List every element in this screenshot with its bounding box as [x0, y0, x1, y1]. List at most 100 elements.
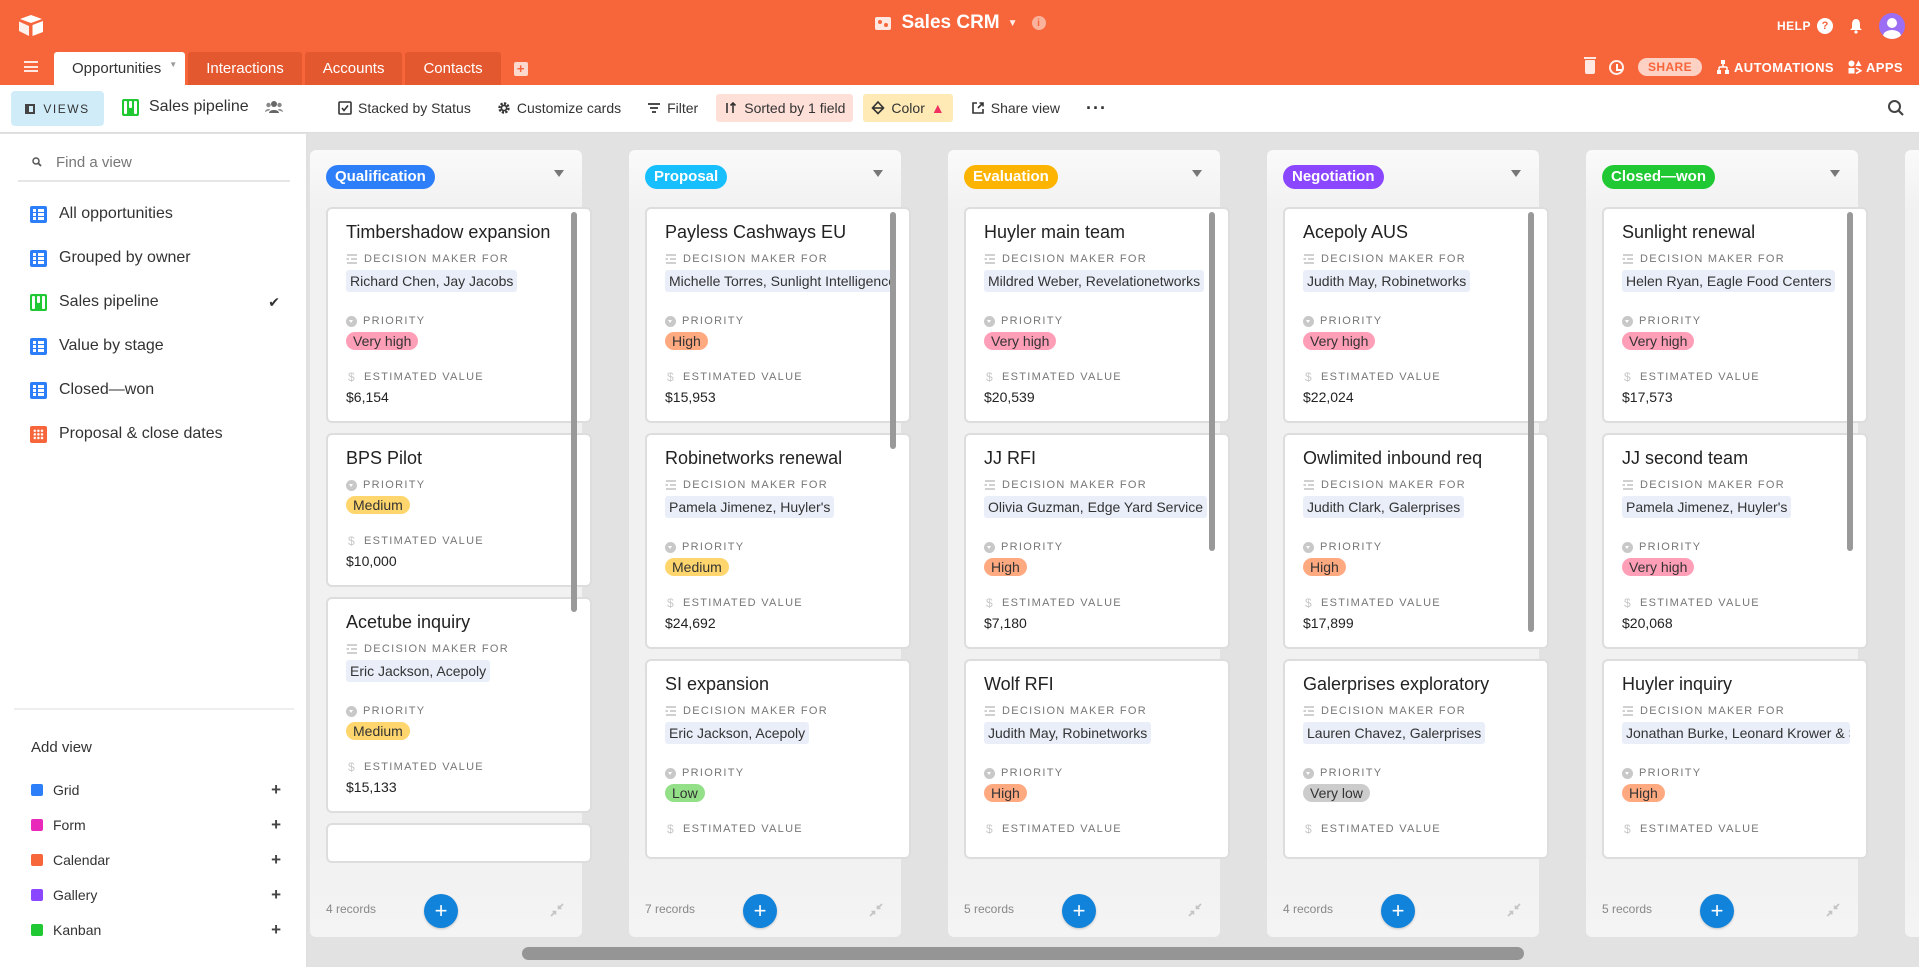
stage-label[interactable]: Evaluation	[964, 165, 1058, 189]
add-record-button[interactable]: +	[1381, 894, 1415, 928]
column-menu-chevron-icon[interactable]	[1830, 170, 1840, 177]
find-view-input[interactable]	[56, 153, 276, 171]
add-table-icon[interactable]: +	[513, 62, 528, 76]
search-icon[interactable]	[1887, 99, 1905, 117]
record-card[interactable]: Sunlight renewal DECISION MAKER FOR Helen …	[1602, 207, 1868, 423]
plus-icon[interactable]: +	[271, 780, 281, 800]
collapse-icon[interactable]	[1188, 903, 1202, 917]
collapse-icon[interactable]	[1507, 903, 1521, 917]
sidebar-item-all-opportunities[interactable]: All opportunities	[18, 192, 290, 236]
record-card[interactable]	[326, 823, 592, 863]
linked-record-chip[interactable]: Pamela Jimenez, Huyler's	[1622, 496, 1792, 518]
linked-record-chip[interactable]: Richard Chen, Jay Jacobs	[346, 270, 518, 292]
record-card[interactable]: Payless Cashways EU DECISION MAKER FOR Mic…	[645, 207, 911, 423]
trash-icon[interactable]	[1583, 57, 1596, 74]
record-card[interactable]: Owlimited inbound req DECISION MAKER FOR J…	[1283, 433, 1549, 649]
add-view-gallery[interactable]: Gallery +	[31, 877, 281, 912]
share-button[interactable]: SHARE	[1637, 58, 1702, 76]
customize-cards-button[interactable]: Customize cards	[489, 94, 629, 122]
chevron-down-icon[interactable]: ▼	[1008, 18, 1018, 29]
share-view-button[interactable]: Share view	[963, 94, 1068, 122]
record-card[interactable]: SI expansion DECISION MAKER FOR Eric Jacks…	[645, 659, 911, 859]
add-record-button[interactable]: +	[424, 894, 458, 928]
record-card[interactable]: JJ RFI DECISION MAKER FOR Olivia Guzman, E…	[964, 433, 1230, 649]
linked-record-chip[interactable]: Pamela Jimenez, Huyler's	[665, 496, 835, 518]
column-menu-chevron-icon[interactable]	[1192, 170, 1202, 177]
help-link[interactable]: HELP	[1777, 19, 1811, 33]
linked-record-chip[interactable]: Lauren Chavez, Galerprises	[1303, 722, 1486, 744]
base-title[interactable]: Sales CRM ▼ i	[0, 12, 1919, 34]
history-icon[interactable]	[1608, 59, 1624, 75]
add-record-button[interactable]: +	[743, 894, 777, 928]
current-view-name[interactable]: Sales pipeline	[122, 98, 283, 116]
stacked-by-button[interactable]: Stacked by Status	[330, 94, 479, 122]
help-icon[interactable]: ?	[1817, 18, 1833, 34]
tab-opportunities[interactable]: Opportunities ▼	[54, 52, 186, 85]
record-card[interactable]: Timbershadow expansion DECISION MAKER FOR…	[326, 207, 592, 423]
add-view-grid[interactable]: Grid +	[31, 772, 281, 807]
user-avatar[interactable]	[1879, 13, 1905, 39]
apps-button[interactable]: APPS	[1848, 60, 1903, 75]
chevron-down-icon[interactable]: ▼	[169, 60, 177, 69]
linked-record-chip[interactable]: Judith May, Robinetworks	[1303, 270, 1471, 292]
add-view-calendar[interactable]: Calendar +	[31, 842, 281, 877]
record-card[interactable]: Wolf RFI DECISION MAKER FOR Judith May, Ro…	[964, 659, 1230, 859]
stage-label[interactable]: Proposal	[645, 165, 728, 189]
plus-icon[interactable]: +	[271, 920, 281, 940]
menu-icon[interactable]	[24, 61, 38, 72]
bell-icon[interactable]	[1849, 18, 1863, 34]
record-card[interactable]: Huyler inquiry DECISION MAKER FOR Jonathan…	[1602, 659, 1868, 859]
linked-record-chip[interactable]: Mildred Weber, Revelationetworks	[984, 270, 1205, 292]
horizontal-scrollbar[interactable]	[522, 947, 1524, 960]
add-record-button[interactable]: +	[1700, 894, 1734, 928]
linked-record-chip[interactable]: Judith May, Robinetworks	[984, 722, 1152, 744]
info-icon[interactable]: i	[1031, 16, 1046, 30]
stage-label[interactable]: Qualification	[326, 165, 435, 189]
plus-icon[interactable]: +	[271, 850, 281, 870]
collapse-icon[interactable]	[550, 903, 564, 917]
column-scrollbar[interactable]	[890, 212, 896, 449]
linked-record-chip[interactable]: Olivia Guzman, Edge Yard Service	[984, 496, 1208, 518]
tab-contacts[interactable]: Contacts	[405, 52, 501, 85]
sort-button[interactable]: Sorted by 1 field	[716, 94, 854, 122]
linked-record-chip[interactable]: Judith Clark, Galerprises	[1303, 496, 1465, 518]
tab-interactions[interactable]: Interactions	[188, 52, 302, 85]
record-card[interactable]: BPS Pilot PRIORITY Medium $ ESTIMATED VALUE $…	[326, 433, 592, 587]
column-scrollbar[interactable]	[1847, 212, 1853, 551]
views-toggle-button[interactable]: VIEWS	[11, 91, 104, 126]
add-record-button[interactable]: +	[1062, 894, 1096, 928]
linked-record-chip[interactable]: Eric Jackson, Acepoly	[346, 660, 491, 682]
column-scrollbar[interactable]	[1209, 212, 1215, 551]
record-card[interactable]: Acepoly AUS DECISION MAKER FOR Judith May,…	[1283, 207, 1549, 423]
automations-button[interactable]: AUTOMATIONS	[1716, 60, 1834, 75]
record-card[interactable]: Galerprises exploratory DECISION MAKER FO…	[1283, 659, 1549, 859]
stage-label[interactable]: Closed—won	[1602, 165, 1716, 189]
column-menu-chevron-icon[interactable]	[1511, 170, 1521, 177]
tab-accounts[interactable]: Accounts	[304, 52, 403, 85]
sidebar-item-closed-won[interactable]: Closed—won	[18, 368, 290, 412]
more-options-button[interactable]: ···	[1078, 98, 1115, 119]
sidebar-item-proposal-close-dates[interactable]: Proposal & close dates	[18, 412, 290, 456]
collapse-icon[interactable]	[869, 903, 883, 917]
record-card[interactable]: Robinetworks renewal DECISION MAKER FOR Pa…	[645, 433, 911, 649]
column-menu-chevron-icon[interactable]	[873, 170, 883, 177]
collaborative-view-icon[interactable]	[264, 100, 283, 114]
record-card[interactable]: JJ second team DECISION MAKER FOR Pamela J…	[1602, 433, 1868, 649]
column-scrollbar[interactable]	[1528, 212, 1534, 632]
collapse-icon[interactable]	[1826, 903, 1840, 917]
sidebar-item-grouped-by-owner[interactable]: Grouped by owner	[18, 236, 290, 280]
column-menu-chevron-icon[interactable]	[554, 170, 564, 177]
record-card[interactable]: Huyler main team DECISION MAKER FOR Mildre…	[964, 207, 1230, 423]
linked-record-chip[interactable]: Michelle Torres, Sunlight Intelligence	[665, 270, 893, 292]
filter-button[interactable]: Filter	[639, 94, 706, 122]
stage-label[interactable]: Negotiation	[1283, 165, 1384, 189]
plus-icon[interactable]: +	[271, 815, 281, 835]
linked-record-chip[interactable]: Jonathan Burke, Leonard Krower & Sons	[1622, 722, 1850, 744]
plus-icon[interactable]: +	[271, 885, 281, 905]
sidebar-item-sales-pipeline[interactable]: Sales pipeline ✔	[18, 280, 290, 324]
add-view-kanban[interactable]: Kanban +	[31, 912, 281, 947]
sidebar-item-value-by-stage[interactable]: Value by stage	[18, 324, 290, 368]
linked-record-chip[interactable]: Helen Ryan, Eagle Food Centers	[1622, 270, 1836, 292]
linked-record-chip[interactable]: Eric Jackson, Acepoly	[665, 722, 810, 744]
color-button[interactable]: Color ▲	[863, 94, 953, 122]
